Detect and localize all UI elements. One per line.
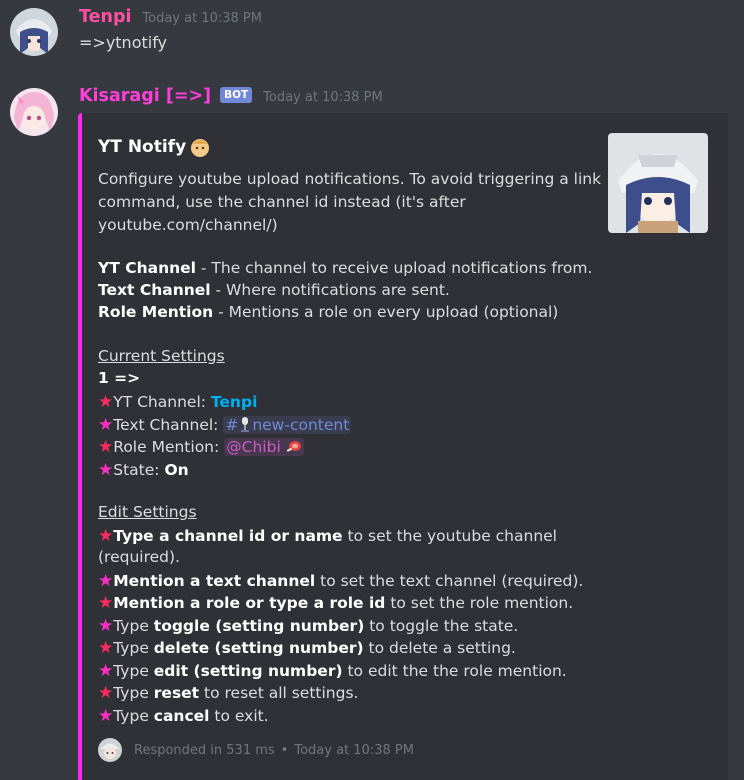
setting-yt-channel: ★YT Channel: Tenpi — [98, 392, 258, 412]
star-icon: ★ — [98, 683, 114, 703]
field-text-channel: Text Channel - Where notifications are s… — [98, 281, 450, 299]
edit-line: ★Type toggle (setting number) to toggle … — [98, 616, 519, 636]
star-icon: ★ — [98, 661, 114, 681]
setting-role-mention: ★Role Mention: @Chibi — [98, 437, 304, 457]
field-role-mention: Role Mention - Mentions a role on every … — [98, 303, 559, 321]
channel-mention[interactable]: # new-content — [223, 416, 352, 434]
edit-line: ★Type edit (setting number) to edit the … — [98, 661, 567, 681]
embed: YT Notify Configure youtube upload notif… — [78, 113, 728, 780]
author-name[interactable]: Kisaragi [=>] — [79, 86, 211, 106]
star-icon: ★ — [98, 415, 114, 435]
footer-timestamp: Today at 10:38 PM — [294, 742, 414, 758]
star-icon: ★ — [98, 638, 114, 658]
star-icon: ★ — [98, 392, 114, 412]
field-yt-channel: YT Channel - The channel to receive uplo… — [98, 259, 593, 277]
edit-line: ★Mention a role or type a role id to set… — [98, 593, 574, 613]
star-icon: ★ — [98, 706, 114, 726]
embed-description-line: youtube.com/channel/) — [98, 216, 278, 234]
avatar-kisaragi[interactable] — [10, 88, 58, 136]
current-settings-heading: Current Settings — [98, 347, 225, 365]
edit-settings-heading: Edit Settings — [98, 503, 197, 521]
setting-state: ★State: On — [98, 460, 189, 480]
edit-line: ★Mention a text channel to set the text … — [98, 571, 584, 591]
message-tenpi: Tenpi Today at 10:38 PM =>ytnotify — [0, 0, 744, 70]
meat-icon — [286, 441, 301, 452]
bot-badge: BOT — [220, 87, 253, 103]
setting-number: 1 => — [98, 369, 141, 387]
girl-face-emoji-icon — [191, 139, 210, 157]
star-icon: ★ — [98, 593, 114, 613]
edit-line: ★Type reset to reset all settings. — [98, 683, 359, 703]
embed-title: YT Notify — [98, 136, 211, 158]
footer-icon — [98, 738, 122, 762]
star-icon: ★ — [98, 526, 114, 546]
star-icon: ★ — [98, 437, 114, 457]
microphone-icon — [241, 417, 250, 432]
user-mention[interactable]: Tenpi — [211, 393, 257, 411]
embed-description-line: Configure youtube upload notifications. … — [98, 170, 602, 188]
embed-thumbnail[interactable] — [608, 133, 708, 233]
timestamp: Today at 10:38 PM — [142, 11, 262, 26]
timestamp: Today at 10:38 PM — [263, 90, 383, 105]
star-icon: ★ — [98, 571, 114, 591]
edit-line: ★Type delete (setting number) to delete … — [98, 638, 516, 658]
setting-text-channel: ★Text Channel: # new-content — [98, 415, 352, 435]
embed-footer: Responded in 531 ms • Today at 10:38 PM — [98, 738, 414, 762]
star-icon: ★ — [98, 616, 114, 636]
embed-description-line: command, use the channel id instead (it'… — [98, 193, 466, 211]
message-content: =>ytnotify — [79, 33, 168, 52]
avatar-tenpi[interactable] — [10, 8, 58, 56]
footer-separator: • — [280, 742, 289, 758]
edit-line: ★Type cancel to exit. — [98, 706, 269, 726]
star-icon: ★ — [98, 460, 114, 480]
edit-line: ★Type a channel id or name to set the yo… — [98, 526, 557, 546]
role-mention[interactable]: @Chibi — [224, 438, 304, 456]
footer-text: Responded in 531 ms — [134, 742, 275, 758]
author-name[interactable]: Tenpi — [79, 7, 131, 27]
edit-line: (required). — [98, 548, 180, 566]
